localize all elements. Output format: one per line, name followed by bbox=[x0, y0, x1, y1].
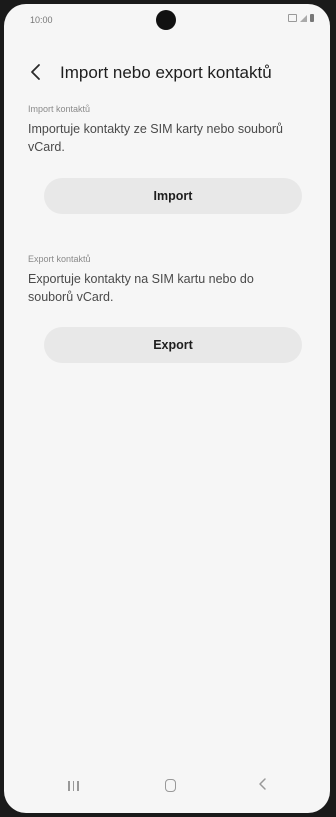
back-icon[interactable] bbox=[258, 777, 268, 796]
phone-screen: 10:00 Import nebo export kontaktů Import… bbox=[4, 4, 330, 813]
page-title: Import nebo export kontaktů bbox=[60, 63, 272, 82]
navigation-bar bbox=[4, 765, 330, 813]
recent-apps-icon[interactable] bbox=[68, 781, 79, 791]
import-button[interactable]: Import bbox=[44, 178, 302, 214]
front-camera bbox=[156, 10, 176, 30]
status-icons bbox=[288, 14, 314, 22]
import-section-label: Import kontaktů bbox=[28, 104, 91, 114]
home-icon[interactable] bbox=[165, 779, 176, 792]
app-header: Import nebo export kontaktů bbox=[4, 54, 330, 90]
signal-icon bbox=[300, 14, 307, 22]
export-section: Export kontaktů Exportuje kontakty na SI… bbox=[28, 254, 308, 306]
back-button[interactable] bbox=[22, 58, 50, 86]
chevron-left-icon bbox=[31, 64, 40, 80]
import-section: Import kontaktů Importuje kontakty ze SI… bbox=[28, 104, 308, 156]
wifi-icon bbox=[288, 14, 297, 22]
status-bar: 10:00 bbox=[4, 4, 330, 34]
battery-icon bbox=[310, 14, 314, 22]
export-section-description: Exportuje kontakty na SIM kartu nebo do … bbox=[28, 272, 254, 304]
import-section-description: Importuje kontakty ze SIM karty nebo sou… bbox=[28, 122, 283, 154]
export-button[interactable]: Export bbox=[44, 327, 302, 363]
export-section-label: Export kontaktů bbox=[28, 254, 91, 264]
status-time: 10:00 bbox=[30, 15, 53, 25]
